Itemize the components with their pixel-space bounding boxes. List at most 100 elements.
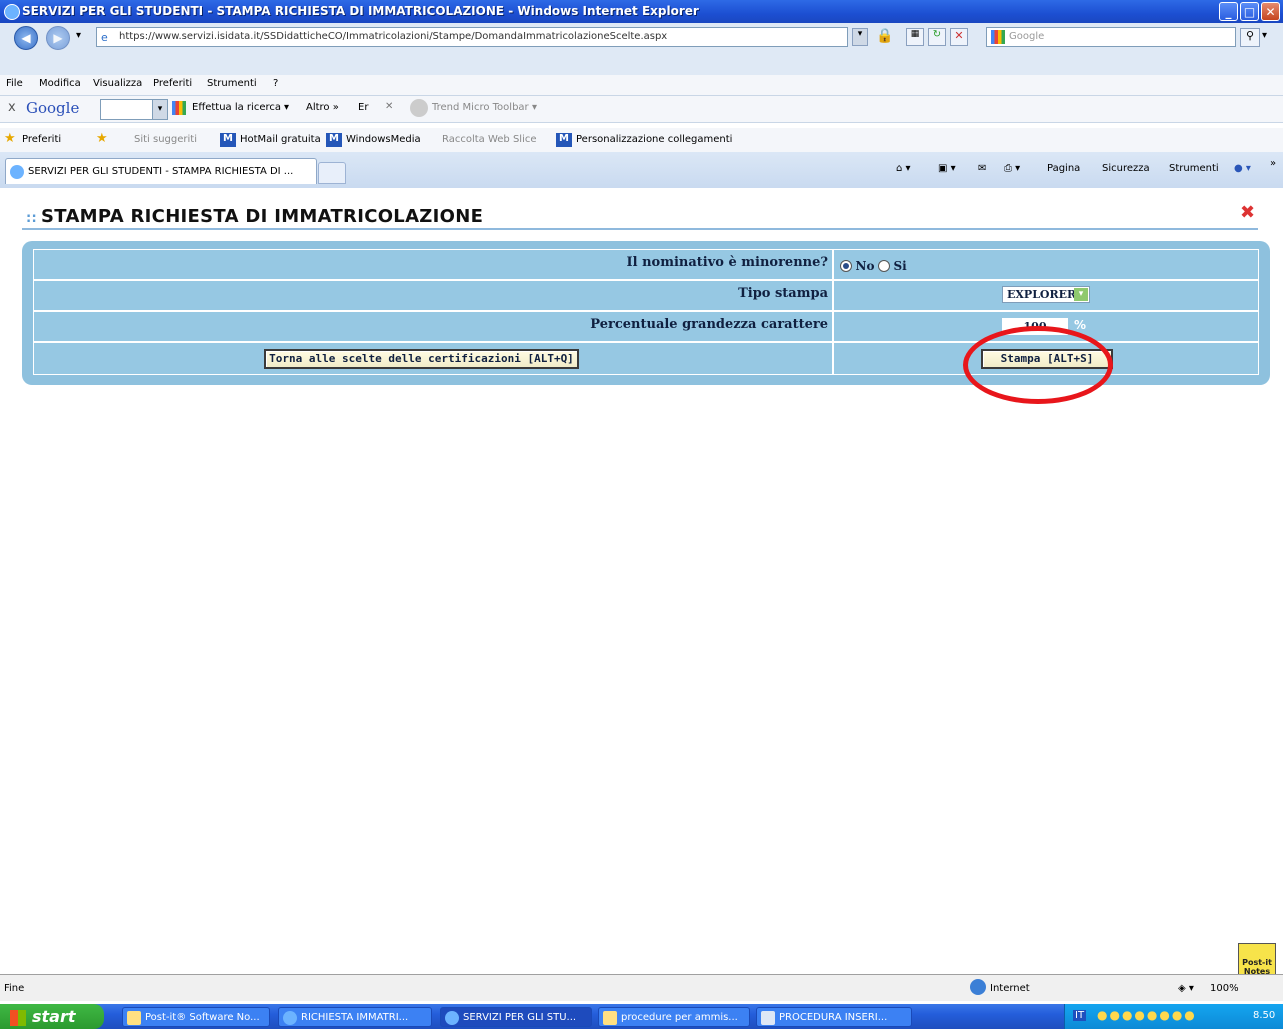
close-icon[interactable]: ✕ (385, 101, 393, 112)
label-cell: Percentuale grandezza carattere (33, 311, 833, 342)
radio-no[interactable] (840, 260, 852, 272)
forward-button[interactable]: ▶ (46, 26, 70, 50)
task-postit[interactable]: Post-it® Software No... (122, 1007, 270, 1027)
msn-icon: M (556, 133, 572, 147)
menu-strumenti[interactable]: Strumenti (207, 78, 257, 89)
page-title-text: STAMPA RICHIESTA DI IMMATRICOLAZIONE (41, 206, 484, 227)
task-procedura[interactable]: PROCEDURA INSERI... (756, 1007, 912, 1027)
language-indicator[interactable]: IT (1073, 1010, 1087, 1021)
feeds-icon[interactable]: ▣ ▾ (938, 163, 956, 174)
security-menu[interactable]: Sicurezza (1102, 163, 1150, 174)
fav-item-windowsmedia[interactable]: WindowsMedia (346, 134, 421, 145)
favorites-button[interactable]: Preferiti (22, 134, 61, 145)
google-search-button[interactable]: Effettua la ricerca (192, 102, 281, 113)
fav-item-hotmail[interactable]: HotMail gratuita (240, 134, 321, 145)
page-title: :: STAMPA RICHIESTA DI IMMATRICOLAZIONE (26, 206, 483, 227)
tab-servizi[interactable]: SERVIZI PER GLI STUDENTI - STAMPA RICHIE… (5, 158, 317, 184)
clock: 8.50 (1253, 1010, 1276, 1021)
zoom-level[interactable]: 100% (1210, 983, 1239, 994)
start-button[interactable]: start (0, 1004, 104, 1029)
address-dropdown-icon[interactable]: ▾ (852, 28, 868, 46)
word-icon (761, 1011, 775, 1025)
ie-icon (283, 1011, 297, 1025)
menu-preferiti[interactable]: Preferiti (153, 78, 192, 89)
chevron-right-icon[interactable]: » (1270, 158, 1276, 169)
tipo-stampa-select[interactable]: EXPLORER ▾ (1002, 286, 1090, 303)
history-dropdown-icon[interactable]: ▾ (76, 30, 81, 41)
task-label: SERVIZI PER GLI STU... (463, 1012, 577, 1023)
stop-icon[interactable]: ✕ (950, 28, 968, 46)
google-icon (991, 30, 1005, 44)
task-procedure[interactable]: procedure per ammis... (598, 1007, 750, 1027)
search-icon[interactable]: ⚲ (1240, 28, 1260, 47)
maximize-button[interactable]: □ (1240, 2, 1259, 21)
trend-micro-toolbar[interactable]: Trend Micro Toolbar (432, 102, 529, 113)
globe-icon (970, 979, 986, 995)
fav-item-web-slice[interactable]: Raccolta Web Slice (442, 134, 537, 145)
title-underline (22, 228, 1258, 230)
title-bullet-icon: :: (26, 211, 37, 226)
task-richiesta[interactable]: RICHIESTA IMMATRI... (278, 1007, 432, 1027)
menu-file[interactable]: File (6, 78, 23, 89)
google-dropdown-icon[interactable]: ▾ (152, 99, 168, 120)
compatibility-icon[interactable]: ▦ (906, 28, 924, 46)
task-label: Post-it® Software No... (145, 1012, 260, 1023)
dropdown-icon[interactable]: ▾ (284, 102, 289, 113)
msn-icon: M (220, 133, 236, 147)
page-content: :: STAMPA RICHIESTA DI IMMATRICOLAZIONE ✖… (0, 188, 1283, 974)
mail-icon[interactable]: ✉ (978, 163, 986, 174)
search-input[interactable]: Google (986, 27, 1236, 47)
menu-visualizza[interactable]: Visualizza (93, 78, 142, 89)
minorenne-label: Il nominativo è minorenne? (626, 255, 828, 270)
google-toolbar: x Google ▾ Effettua la ricerca ▾ Altro »… (0, 96, 1283, 123)
ie-icon (445, 1011, 459, 1025)
windows-logo-icon (10, 1009, 26, 1026)
address-input[interactable]: e https://www.servizi.isidata.it/SSDidat… (96, 27, 848, 47)
menu-help[interactable]: ? (273, 78, 278, 89)
label-cell: Tipo stampa (33, 280, 833, 311)
print-icon[interactable]: ⎙ ▾ (1004, 163, 1020, 174)
ie-icon (4, 4, 20, 20)
radio-si[interactable] (877, 260, 890, 272)
favorites-bar: ★ Preferiti ★ Siti suggeriti M HotMail g… (0, 128, 1283, 152)
lock-icon[interactable]: 🔒 (876, 28, 893, 44)
percent-unit: % (1074, 318, 1087, 332)
button-cell: Torna alle scelte delle certificazioni [… (33, 342, 833, 375)
status-bar: Fine Internet ◈ ▾ 100% (0, 974, 1283, 1001)
er-button[interactable]: Er (358, 102, 368, 113)
trend-micro-icon (410, 99, 428, 117)
minimize-button[interactable]: _ (1219, 2, 1238, 21)
page-icon: e (101, 31, 108, 44)
fav-item-siti-suggeriti[interactable]: Siti suggeriti (134, 134, 197, 145)
home-icon[interactable]: ⌂ ▾ (896, 163, 911, 174)
toolbar-close-icon[interactable]: x (8, 100, 16, 115)
task-label: PROCEDURA INSERI... (779, 1012, 888, 1023)
page-menu[interactable]: Pagina (1047, 163, 1080, 174)
google-logo: Google (26, 99, 80, 117)
window-title: SERVIZI PER GLI STUDENTI - STAMPA RICHIE… (22, 4, 699, 18)
task-servizi[interactable]: SERVIZI PER GLI STU... (440, 1007, 592, 1027)
new-tab-button[interactable] (318, 162, 346, 184)
close-page-icon[interactable]: ✖ (1240, 202, 1255, 223)
security-zone: Internet (990, 983, 1030, 994)
window-titlebar[interactable]: SERVIZI PER GLI STUDENTI - STAMPA RICHIE… (0, 0, 1283, 23)
more-button[interactable]: Altro » (306, 102, 339, 113)
menu-modifica[interactable]: Modifica (39, 78, 81, 89)
help-icon[interactable]: ● ▾ (1234, 163, 1251, 174)
tray-icons[interactable]: ●●●●●●●● (1097, 1008, 1197, 1022)
postit-line1: Post-it (1242, 958, 1272, 967)
back-to-certifications-button[interactable]: Torna alle scelte delle certificazioni [… (264, 349, 579, 369)
folder-icon (603, 1011, 617, 1025)
close-window-button[interactable]: ✕ (1261, 2, 1280, 21)
protected-mode-icon[interactable]: ◈ ▾ (1178, 983, 1194, 994)
chevron-down-icon[interactable]: ▾ (1074, 288, 1088, 301)
search-options-icon[interactable]: ▾ (1262, 30, 1267, 41)
fav-item-personalizzazione[interactable]: Personalizzazione collegamenti (576, 134, 732, 145)
back-button[interactable]: ◀ (14, 26, 38, 50)
ie-icon (10, 165, 24, 179)
refresh-icon[interactable]: ↻ (928, 28, 946, 46)
google-search-input[interactable] (100, 99, 154, 120)
tools-menu[interactable]: Strumenti (1169, 163, 1219, 174)
add-favorite-icon[interactable]: ★ (96, 131, 108, 146)
dropdown-icon[interactable]: ▾ (532, 102, 537, 113)
